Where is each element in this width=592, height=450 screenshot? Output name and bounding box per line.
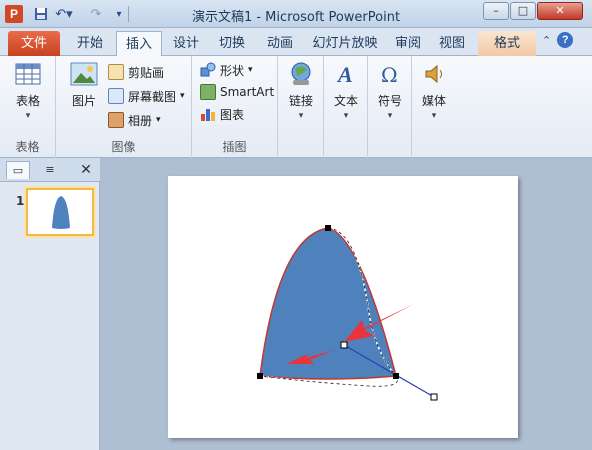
text-a-icon: A (332, 60, 360, 88)
globe-link-icon (287, 60, 315, 88)
title-bar: P ↶▾ ↷ ▾ 演示文稿1 - Microsoft PowerPoint – … (0, 0, 592, 28)
tab-home[interactable]: 开始 (68, 31, 112, 56)
group-label-images: 图像 (111, 140, 136, 154)
clipart-icon (108, 64, 124, 80)
screenshot-icon (108, 88, 124, 104)
tab-review[interactable]: 审阅 (390, 31, 426, 56)
symbols-button[interactable]: Ω 符号 ▾ (370, 60, 410, 121)
slide-number: 1 (16, 194, 25, 208)
slide-thumbnail[interactable] (26, 188, 94, 236)
speaker-icon (420, 60, 448, 88)
close-button[interactable]: ✕ (537, 2, 583, 20)
album-icon (108, 112, 124, 128)
smartart-button[interactable]: SmartArt (200, 82, 274, 102)
text-button[interactable]: A 文本 ▾ (326, 60, 366, 121)
clipart-label: 剪贴画 (128, 65, 165, 80)
group-images: 图片 剪贴画 屏幕截图 ▾ 相册 ▾ 图像 (56, 56, 192, 158)
table-button[interactable]: 表格 ▾ (8, 60, 48, 121)
screenshot-label: 屏幕截图 (128, 89, 177, 104)
panel-tabs: ▭ ≡ ✕ (0, 158, 100, 182)
tab-slideshow[interactable]: 幻灯片放映 (306, 31, 384, 56)
svg-text:Ω: Ω (381, 63, 398, 87)
bezier-handle-outer (430, 393, 438, 401)
bell-shape (259, 227, 397, 380)
clipart-button[interactable]: 剪贴画 (108, 62, 164, 82)
shapes-button[interactable]: 形状 ▾ (200, 60, 253, 80)
svg-text:A: A (336, 62, 353, 87)
group-tables: 表格 ▾ 表格 (0, 56, 56, 158)
symbols-label: 符号 (377, 94, 402, 108)
help-icon[interactable]: ? (557, 32, 574, 48)
tab-design[interactable]: 设计 (166, 31, 206, 56)
minimize-button[interactable]: – (483, 2, 509, 20)
picture-label: 图片 (71, 94, 96, 108)
vertex-left (257, 373, 263, 379)
album-label: 相册 (128, 113, 153, 128)
chevron-down-icon: ▾ (25, 111, 31, 121)
chevron-down-icon: ▾ (248, 65, 253, 75)
chevron-down-icon: ▾ (431, 111, 437, 121)
tab-animations[interactable]: 动画 (260, 31, 300, 56)
slide-canvas[interactable] (168, 176, 518, 438)
group-label-tables: 表格 (15, 140, 40, 154)
smartart-icon (200, 84, 216, 100)
editing-canvas (100, 158, 592, 450)
close-icon[interactable]: ✕ (74, 161, 98, 179)
group-symbols: Ω 符号 ▾ (368, 56, 412, 158)
vertex-top (325, 225, 331, 231)
picture-icon (70, 60, 98, 88)
tab-transitions[interactable]: 切换 (212, 31, 252, 56)
text-label: 文本 (333, 94, 358, 108)
chevron-down-icon: ▾ (298, 111, 304, 121)
shapes-icon (200, 62, 216, 78)
minimize-ribbon-icon[interactable]: ⌃ (542, 34, 551, 47)
omega-icon: Ω (376, 60, 404, 88)
screenshot-button[interactable]: 屏幕截图 ▾ (108, 86, 185, 106)
bezier-handle-inner (340, 341, 348, 349)
picture-button[interactable]: 图片 (64, 60, 104, 109)
tab-view[interactable]: 视图 (432, 31, 472, 56)
shapes-label: 形状 (220, 63, 245, 78)
ribbon-tabs: 文件 开始 插入 设计 切换 动画 幻灯片放映 审阅 视图 格式 ⌃ ? (0, 28, 592, 57)
group-illustrations: 形状 ▾ SmartArt 图表 插图 (192, 56, 278, 158)
outline-tab-icon[interactable]: ≡ (38, 161, 62, 179)
tab-insert[interactable]: 插入 (116, 31, 162, 57)
group-media: 媒体 ▾ (412, 56, 456, 158)
tab-file[interactable]: 文件 (8, 31, 60, 56)
chart-button[interactable]: 图表 (200, 104, 244, 124)
slides-panel: ▭ ≡ ✕ 1 (0, 158, 100, 450)
tab-format[interactable]: 格式 (478, 31, 536, 56)
vertex-right (393, 373, 399, 379)
media-button[interactable]: 媒体 ▾ (414, 60, 454, 121)
chevron-down-icon: ▾ (387, 111, 393, 121)
maximize-button[interactable]: □ (510, 2, 536, 20)
chart-label: 图表 (220, 107, 245, 122)
group-links: 链接 ▾ (278, 56, 324, 158)
chevron-down-icon: ▾ (343, 111, 349, 121)
chart-icon (200, 106, 216, 122)
chevron-down-icon: ▾ (180, 91, 185, 101)
chevron-down-icon: ▾ (156, 115, 161, 125)
links-label: 链接 (288, 94, 313, 108)
group-label-illustrations: 插图 (222, 140, 247, 154)
album-button[interactable]: 相册 ▾ (108, 110, 161, 130)
ribbon-insert: 表格 ▾ 表格 图片 剪贴画 屏幕截图 ▾ 相册 ▾ 图像 形状 ▾ Smart… (0, 56, 592, 158)
smartart-label: SmartArt (220, 85, 275, 99)
table-icon (14, 60, 42, 88)
media-label: 媒体 (421, 94, 446, 108)
table-label: 表格 (15, 94, 40, 108)
group-text: A 文本 ▾ (324, 56, 368, 158)
links-button[interactable]: 链接 ▾ (281, 60, 321, 121)
slides-tab-icon[interactable]: ▭ (6, 161, 30, 179)
